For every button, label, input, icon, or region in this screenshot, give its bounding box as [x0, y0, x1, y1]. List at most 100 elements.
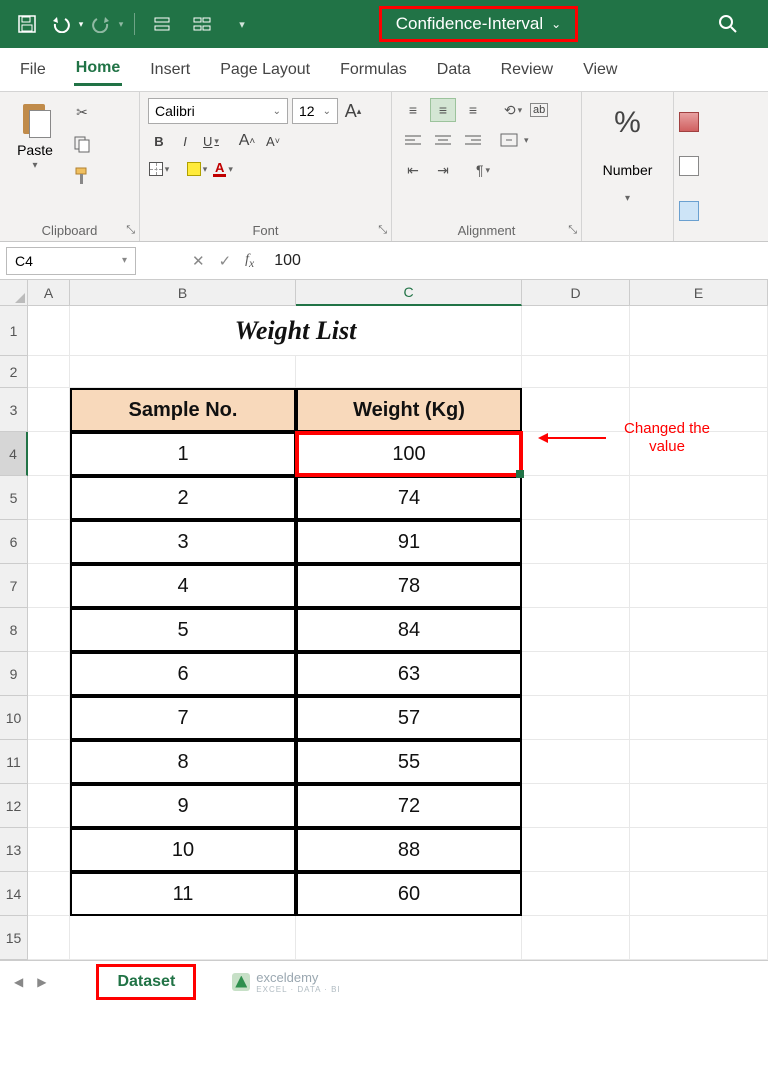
row-header[interactable]: 1 — [0, 306, 28, 356]
cell-B15[interactable] — [70, 916, 296, 960]
tab-data[interactable]: Data — [435, 55, 473, 85]
cell-E2[interactable] — [630, 356, 768, 388]
bold-button[interactable]: B — [148, 130, 170, 152]
cell-B9[interactable]: 6 — [70, 652, 296, 696]
cell-D1[interactable] — [522, 306, 630, 356]
cell-E10[interactable] — [630, 696, 768, 740]
cell-styles-icon[interactable] — [679, 201, 699, 221]
cell-E6[interactable] — [630, 520, 768, 564]
cell-C12[interactable]: 72 — [296, 784, 522, 828]
cell-B8[interactable]: 5 — [70, 608, 296, 652]
align-right-icon[interactable] — [460, 128, 486, 152]
name-box[interactable]: C4 ▾ — [6, 247, 136, 275]
redo-icon[interactable]: ▾ — [90, 9, 124, 39]
column-header-C[interactable]: C — [296, 280, 522, 306]
cell-A10[interactable] — [28, 696, 70, 740]
cell-D13[interactable] — [522, 828, 630, 872]
cell-A13[interactable] — [28, 828, 70, 872]
font-size-combo[interactable]: 12⌄ — [292, 98, 338, 124]
cell-B14[interactable]: 11 — [70, 872, 296, 916]
cell-B3[interactable]: Sample No. — [70, 388, 296, 432]
cell-E5[interactable] — [630, 476, 768, 520]
cell-E9[interactable] — [630, 652, 768, 696]
column-header-B[interactable]: B — [70, 280, 296, 306]
column-header-D[interactable]: D — [522, 280, 630, 306]
fill-color-button[interactable]: ▾ — [186, 158, 208, 180]
decrease-indent-icon[interactable]: ⇤ — [400, 158, 426, 182]
cell-D6[interactable] — [522, 520, 630, 564]
row-header[interactable]: 4 — [0, 432, 28, 476]
cell-C3[interactable]: Weight (Kg) — [296, 388, 522, 432]
cell-C13[interactable]: 88 — [296, 828, 522, 872]
cell-E8[interactable] — [630, 608, 768, 652]
cell-B6[interactable]: 3 — [70, 520, 296, 564]
cell-E11[interactable] — [630, 740, 768, 784]
cell-C6[interactable]: 91 — [296, 520, 522, 564]
tab-insert[interactable]: Insert — [148, 55, 192, 85]
cell-D7[interactable] — [522, 564, 630, 608]
qat-customize-icon[interactable]: ▾ — [225, 9, 259, 39]
cell-B13[interactable]: 10 — [70, 828, 296, 872]
cell-D12[interactable] — [522, 784, 630, 828]
cell-E1[interactable] — [630, 306, 768, 356]
sheet-tab-dataset[interactable]: Dataset — [96, 964, 196, 1000]
cell-C7[interactable]: 78 — [296, 564, 522, 608]
align-middle-icon[interactable]: ≡ — [430, 98, 456, 122]
wrap-text-button[interactable]: ab — [530, 98, 548, 122]
cell-C5[interactable]: 74 — [296, 476, 522, 520]
increase-font-icon[interactable]: A˄ — [236, 130, 258, 152]
cell-D9[interactable] — [522, 652, 630, 696]
cell-D11[interactable] — [522, 740, 630, 784]
cell-C9[interactable]: 63 — [296, 652, 522, 696]
cell-A9[interactable] — [28, 652, 70, 696]
row-header[interactable]: 12 — [0, 784, 28, 828]
cell-A2[interactable] — [28, 356, 70, 388]
cell-C2[interactable] — [296, 356, 522, 388]
cell-D2[interactable] — [522, 356, 630, 388]
row-header[interactable]: 10 — [0, 696, 28, 740]
qat-button-1[interactable] — [145, 9, 179, 39]
row-header[interactable]: 3 — [0, 388, 28, 432]
cell-A12[interactable] — [28, 784, 70, 828]
tab-page-layout[interactable]: Page Layout — [218, 55, 312, 85]
paste-button[interactable]: Paste ▾ — [8, 98, 62, 171]
orientation-icon[interactable]: ⟲▾ — [500, 98, 526, 122]
dialog-launcher-icon[interactable]: ⤡ — [378, 224, 387, 237]
row-header[interactable]: 7 — [0, 564, 28, 608]
cell-A15[interactable] — [28, 916, 70, 960]
enter-icon[interactable]: ✓ — [219, 252, 232, 270]
undo-icon[interactable]: ▾ — [50, 9, 84, 39]
select-all-corner[interactable] — [0, 280, 28, 306]
cell-C11[interactable]: 55 — [296, 740, 522, 784]
percent-icon[interactable]: % — [614, 106, 641, 140]
column-header-E[interactable]: E — [630, 280, 768, 306]
format-painter-icon[interactable] — [68, 164, 96, 188]
align-bottom-icon[interactable]: ≡ — [460, 98, 486, 122]
row-header[interactable]: 2 — [0, 356, 28, 388]
document-name[interactable]: Confidence-Interval ⌄ — [379, 6, 578, 42]
dialog-launcher-icon[interactable]: ⤡ — [126, 224, 135, 237]
cell-A7[interactable] — [28, 564, 70, 608]
align-top-icon[interactable]: ≡ — [400, 98, 426, 122]
decrease-font-icon[interactable]: A˅ — [262, 130, 284, 152]
cell-B11[interactable]: 8 — [70, 740, 296, 784]
cell-D15[interactable] — [522, 916, 630, 960]
cell-D10[interactable] — [522, 696, 630, 740]
row-header[interactable]: 14 — [0, 872, 28, 916]
row-header[interactable]: 15 — [0, 916, 28, 960]
cell-B10[interactable]: 7 — [70, 696, 296, 740]
grow-font-icon[interactable]: A▴ — [342, 100, 364, 122]
cell-E15[interactable] — [630, 916, 768, 960]
cut-icon[interactable]: ✂ — [68, 100, 96, 124]
merge-button[interactable]: ▾ — [500, 128, 529, 152]
cell-E14[interactable] — [630, 872, 768, 916]
tab-nav-next-icon[interactable]: ▶ — [33, 971, 50, 993]
cell-B7[interactable]: 4 — [70, 564, 296, 608]
cell-A4[interactable] — [28, 432, 70, 476]
italic-button[interactable]: I — [174, 130, 196, 152]
copy-icon[interactable] — [68, 132, 96, 156]
cell-B1[interactable]: Weight List — [70, 306, 522, 356]
tab-view[interactable]: View — [581, 55, 619, 85]
row-header[interactable]: 8 — [0, 608, 28, 652]
fill-handle[interactable] — [516, 470, 524, 478]
